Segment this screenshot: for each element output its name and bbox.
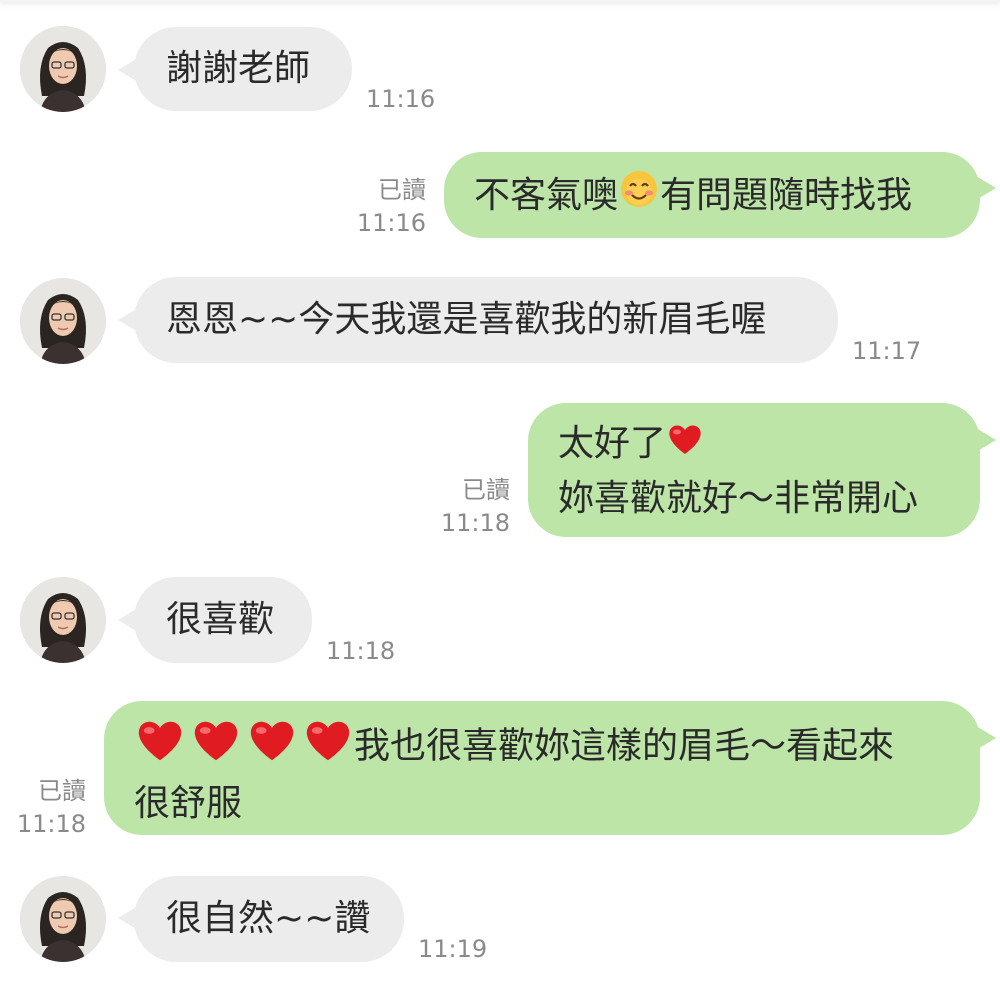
read-receipt: 已讀 xyxy=(38,777,86,805)
red-heart-emoji xyxy=(190,717,242,778)
top-bar-shadow xyxy=(0,0,1000,2)
bubble-tail xyxy=(976,176,996,200)
message-text: 謝謝老師 xyxy=(166,48,311,89)
message-text-part: 我也很喜歡妳這樣的眉毛～看起來 xyxy=(354,725,895,767)
bubble-tail xyxy=(976,726,996,750)
message-text-part: 有問題隨時找我 xyxy=(660,175,913,216)
message-time: 11:16 xyxy=(366,85,436,113)
avatar-portrait-icon xyxy=(20,577,106,663)
avatar[interactable] xyxy=(20,278,106,364)
read-receipt: 已讀 xyxy=(378,176,426,204)
message-text: 很喜歡 xyxy=(166,599,275,640)
red-heart-emoji xyxy=(134,717,186,778)
message-bubble[interactable]: 不客氣噢 有問題隨時找我 xyxy=(444,152,980,238)
message-time: 11:19 xyxy=(418,935,488,963)
message-bubble[interactable]: 我也很喜歡妳這樣的眉毛～看起來 很舒服 xyxy=(104,701,980,835)
message-bubble[interactable]: 很自然~~讚 xyxy=(134,876,404,962)
message-bubble[interactable]: 謝謝老師 xyxy=(134,27,352,111)
message-bubble[interactable]: 很喜歡 xyxy=(134,577,312,663)
message-text: 恩恩~~今天我還是喜歡我的新眉毛喔 xyxy=(166,299,767,340)
red-heart-emoji xyxy=(246,717,298,778)
read-receipt: 已讀 xyxy=(462,476,510,504)
red-heart-emoji xyxy=(666,418,704,472)
message-time: 11:18 xyxy=(440,509,510,537)
message-text-part: 太好了 xyxy=(558,423,667,464)
avatar-portrait-icon xyxy=(20,876,106,962)
message-time: 11:17 xyxy=(852,337,922,365)
red-heart-emoji xyxy=(302,717,354,778)
avatar[interactable] xyxy=(20,876,106,962)
message-bubble[interactable]: 恩恩~~今天我還是喜歡我的新眉毛喔 xyxy=(134,277,838,363)
message-time: 11:18 xyxy=(16,810,86,838)
message-time: 11:18 xyxy=(326,637,396,665)
message-text: 很自然~~讚 xyxy=(166,898,371,939)
avatar-portrait-icon xyxy=(20,26,106,112)
avatar[interactable] xyxy=(20,26,106,112)
message-line: 太好了 xyxy=(558,417,950,472)
message-line: 很舒服 xyxy=(134,783,243,824)
smiling-face-emoji xyxy=(618,168,660,226)
avatar-portrait-icon xyxy=(20,278,106,364)
message-line: 妳喜歡就好～非常開心 xyxy=(558,478,919,519)
avatar[interactable] xyxy=(20,577,106,663)
message-line: 我也很喜歡妳這樣的眉毛～看起來 xyxy=(134,717,950,778)
message-bubble[interactable]: 太好了 妳喜歡就好～非常開心 xyxy=(528,403,980,537)
message-time: 11:16 xyxy=(356,209,426,237)
bubble-tail xyxy=(976,428,996,452)
message-text-part: 不客氣噢 xyxy=(474,175,619,216)
